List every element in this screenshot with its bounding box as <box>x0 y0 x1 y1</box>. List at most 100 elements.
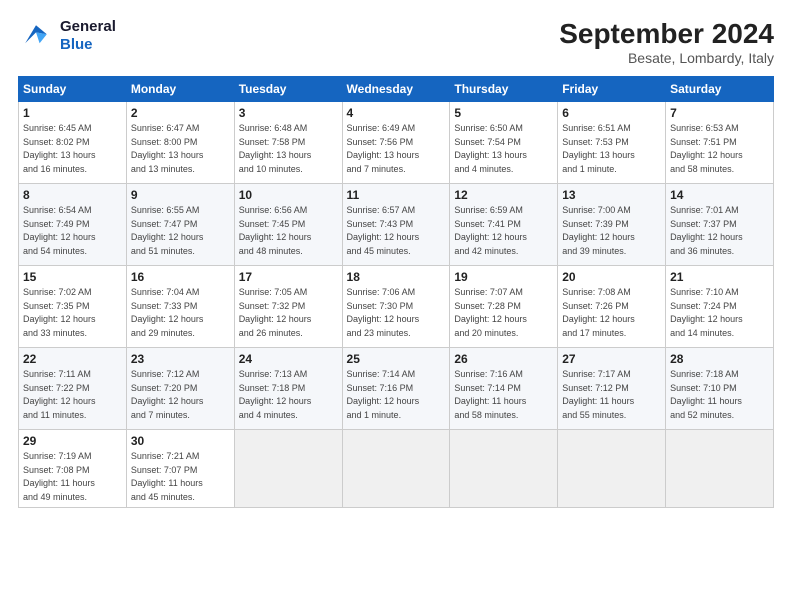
page: General Blue September 2024 Besate, Lomb… <box>0 0 792 612</box>
calendar-cell: 17 Sunrise: 7:05 AM Sunset: 7:32 PM Dayli… <box>234 266 342 348</box>
day-number: 30 <box>131 434 230 448</box>
day-info: Sunrise: 7:14 AM Sunset: 7:16 PM Dayligh… <box>347 368 446 422</box>
day-info: Sunrise: 6:56 AM Sunset: 7:45 PM Dayligh… <box>239 204 338 258</box>
calendar-cell: 29 Sunrise: 7:19 AM Sunset: 7:08 PM Dayli… <box>19 430 127 508</box>
day-info: Sunrise: 7:00 AM Sunset: 7:39 PM Dayligh… <box>562 204 661 258</box>
title-block: September 2024 Besate, Lombardy, Italy <box>559 18 774 66</box>
calendar-cell: 1 Sunrise: 6:45 AM Sunset: 8:02 PM Daylig… <box>19 102 127 184</box>
day-number: 28 <box>670 352 769 366</box>
calendar-cell <box>342 430 450 508</box>
day-info: Sunrise: 7:08 AM Sunset: 7:26 PM Dayligh… <box>562 286 661 340</box>
day-number: 22 <box>23 352 122 366</box>
day-info: Sunrise: 7:01 AM Sunset: 7:37 PM Dayligh… <box>670 204 769 258</box>
day-number: 18 <box>347 270 446 284</box>
day-info: Sunrise: 7:17 AM Sunset: 7:12 PM Dayligh… <box>562 368 661 422</box>
day-info: Sunrise: 6:50 AM Sunset: 7:54 PM Dayligh… <box>454 122 553 176</box>
day-info: Sunrise: 6:45 AM Sunset: 8:02 PM Dayligh… <box>23 122 122 176</box>
col-header-monday: Monday <box>126 77 234 102</box>
day-info: Sunrise: 7:12 AM Sunset: 7:20 PM Dayligh… <box>131 368 230 422</box>
day-number: 5 <box>454 106 553 120</box>
day-number: 24 <box>239 352 338 366</box>
day-info: Sunrise: 6:48 AM Sunset: 7:58 PM Dayligh… <box>239 122 338 176</box>
day-number: 7 <box>670 106 769 120</box>
calendar-cell: 3 Sunrise: 6:48 AM Sunset: 7:58 PM Daylig… <box>234 102 342 184</box>
day-info: Sunrise: 7:05 AM Sunset: 7:32 PM Dayligh… <box>239 286 338 340</box>
calendar-cell: 21 Sunrise: 7:10 AM Sunset: 7:24 PM Dayli… <box>666 266 774 348</box>
calendar-cell: 25 Sunrise: 7:14 AM Sunset: 7:16 PM Dayli… <box>342 348 450 430</box>
calendar-cell <box>666 430 774 508</box>
calendar-cell: 8Sunrise: 6:54 AM Sunset: 7:49 PM Daylig… <box>19 184 127 266</box>
calendar-cell: 6 Sunrise: 6:51 AM Sunset: 7:53 PM Daylig… <box>558 102 666 184</box>
day-info: Sunrise: 7:06 AM Sunset: 7:30 PM Dayligh… <box>347 286 446 340</box>
day-info: Sunrise: 7:13 AM Sunset: 7:18 PM Dayligh… <box>239 368 338 422</box>
day-info: Sunrise: 7:04 AM Sunset: 7:33 PM Dayligh… <box>131 286 230 340</box>
day-info: Sunrise: 6:53 AM Sunset: 7:51 PM Dayligh… <box>670 122 769 176</box>
calendar-cell: 18 Sunrise: 7:06 AM Sunset: 7:30 PM Dayli… <box>342 266 450 348</box>
day-number: 8 <box>23 188 122 202</box>
day-info: Sunrise: 6:59 AM Sunset: 7:41 PM Dayligh… <box>454 204 553 258</box>
day-number: 12 <box>454 188 553 202</box>
logo-icon <box>18 18 54 54</box>
calendar-cell: 27 Sunrise: 7:17 AM Sunset: 7:12 PM Dayli… <box>558 348 666 430</box>
day-number: 6 <box>562 106 661 120</box>
calendar-cell: 26 Sunrise: 7:16 AM Sunset: 7:14 PM Dayli… <box>450 348 558 430</box>
day-number: 2 <box>131 106 230 120</box>
calendar-cell: 13 Sunrise: 7:00 AM Sunset: 7:39 PM Dayli… <box>558 184 666 266</box>
day-info: Sunrise: 6:51 AM Sunset: 7:53 PM Dayligh… <box>562 122 661 176</box>
day-info: Sunrise: 6:55 AM Sunset: 7:47 PM Dayligh… <box>131 204 230 258</box>
calendar-cell: 9 Sunrise: 6:55 AM Sunset: 7:47 PM Daylig… <box>126 184 234 266</box>
day-number: 29 <box>23 434 122 448</box>
calendar-cell: 30 Sunrise: 7:21 AM Sunset: 7:07 PM Dayli… <box>126 430 234 508</box>
day-number: 25 <box>347 352 446 366</box>
day-number: 10 <box>239 188 338 202</box>
calendar-cell: 4Sunrise: 6:49 AM Sunset: 7:56 PM Daylig… <box>342 102 450 184</box>
calendar-cell: 16 Sunrise: 7:04 AM Sunset: 7:33 PM Dayli… <box>126 266 234 348</box>
calendar-cell: 10 Sunrise: 6:56 AM Sunset: 7:45 PM Dayli… <box>234 184 342 266</box>
col-header-saturday: Saturday <box>666 77 774 102</box>
location-subtitle: Besate, Lombardy, Italy <box>559 50 774 66</box>
calendar-cell <box>234 430 342 508</box>
day-number: 15 <box>23 270 122 284</box>
calendar-cell: 14 Sunrise: 7:01 AM Sunset: 7:37 PM Dayli… <box>666 184 774 266</box>
calendar-cell: 28 Sunrise: 7:18 AM Sunset: 7:10 PM Dayli… <box>666 348 774 430</box>
day-number: 13 <box>562 188 661 202</box>
col-header-wednesday: Wednesday <box>342 77 450 102</box>
calendar-cell: 5 Sunrise: 6:50 AM Sunset: 7:54 PM Daylig… <box>450 102 558 184</box>
calendar-cell: 23Sunrise: 7:12 AM Sunset: 7:20 PM Dayli… <box>126 348 234 430</box>
col-header-sunday: Sunday <box>19 77 127 102</box>
col-header-tuesday: Tuesday <box>234 77 342 102</box>
day-number: 27 <box>562 352 661 366</box>
calendar-cell <box>558 430 666 508</box>
day-info: Sunrise: 7:16 AM Sunset: 7:14 PM Dayligh… <box>454 368 553 422</box>
day-info: Sunrise: 7:10 AM Sunset: 7:24 PM Dayligh… <box>670 286 769 340</box>
day-number: 16 <box>131 270 230 284</box>
logo: General Blue <box>18 18 116 54</box>
day-number: 11 <box>347 188 446 202</box>
day-number: 21 <box>670 270 769 284</box>
day-info: Sunrise: 7:02 AM Sunset: 7:35 PM Dayligh… <box>23 286 122 340</box>
logo-text-line2: Blue <box>60 36 116 54</box>
day-info: Sunrise: 7:21 AM Sunset: 7:07 PM Dayligh… <box>131 450 230 504</box>
day-number: 3 <box>239 106 338 120</box>
calendar-cell: 15 Sunrise: 7:02 AM Sunset: 7:35 PM Dayli… <box>19 266 127 348</box>
col-header-thursday: Thursday <box>450 77 558 102</box>
day-number: 1 <box>23 106 122 120</box>
day-number: 14 <box>670 188 769 202</box>
col-header-friday: Friday <box>558 77 666 102</box>
day-info: Sunrise: 6:57 AM Sunset: 7:43 PM Dayligh… <box>347 204 446 258</box>
day-info: Sunrise: 7:19 AM Sunset: 7:08 PM Dayligh… <box>23 450 122 504</box>
day-info: Sunrise: 7:18 AM Sunset: 7:10 PM Dayligh… <box>670 368 769 422</box>
day-number: 19 <box>454 270 553 284</box>
calendar-cell: 11 Sunrise: 6:57 AM Sunset: 7:43 PM Dayli… <box>342 184 450 266</box>
calendar-cell <box>450 430 558 508</box>
day-number: 9 <box>131 188 230 202</box>
calendar-cell: 19Sunrise: 7:07 AM Sunset: 7:28 PM Dayli… <box>450 266 558 348</box>
day-info: Sunrise: 6:47 AM Sunset: 8:00 PM Dayligh… <box>131 122 230 176</box>
logo-text-line1: General <box>60 18 116 36</box>
calendar-table: SundayMondayTuesdayWednesdayThursdayFrid… <box>18 76 774 508</box>
day-number: 26 <box>454 352 553 366</box>
day-number: 17 <box>239 270 338 284</box>
day-number: 20 <box>562 270 661 284</box>
day-info: Sunrise: 6:49 AM Sunset: 7:56 PM Dayligh… <box>347 122 446 176</box>
calendar-cell: 20 Sunrise: 7:08 AM Sunset: 7:26 PM Dayli… <box>558 266 666 348</box>
